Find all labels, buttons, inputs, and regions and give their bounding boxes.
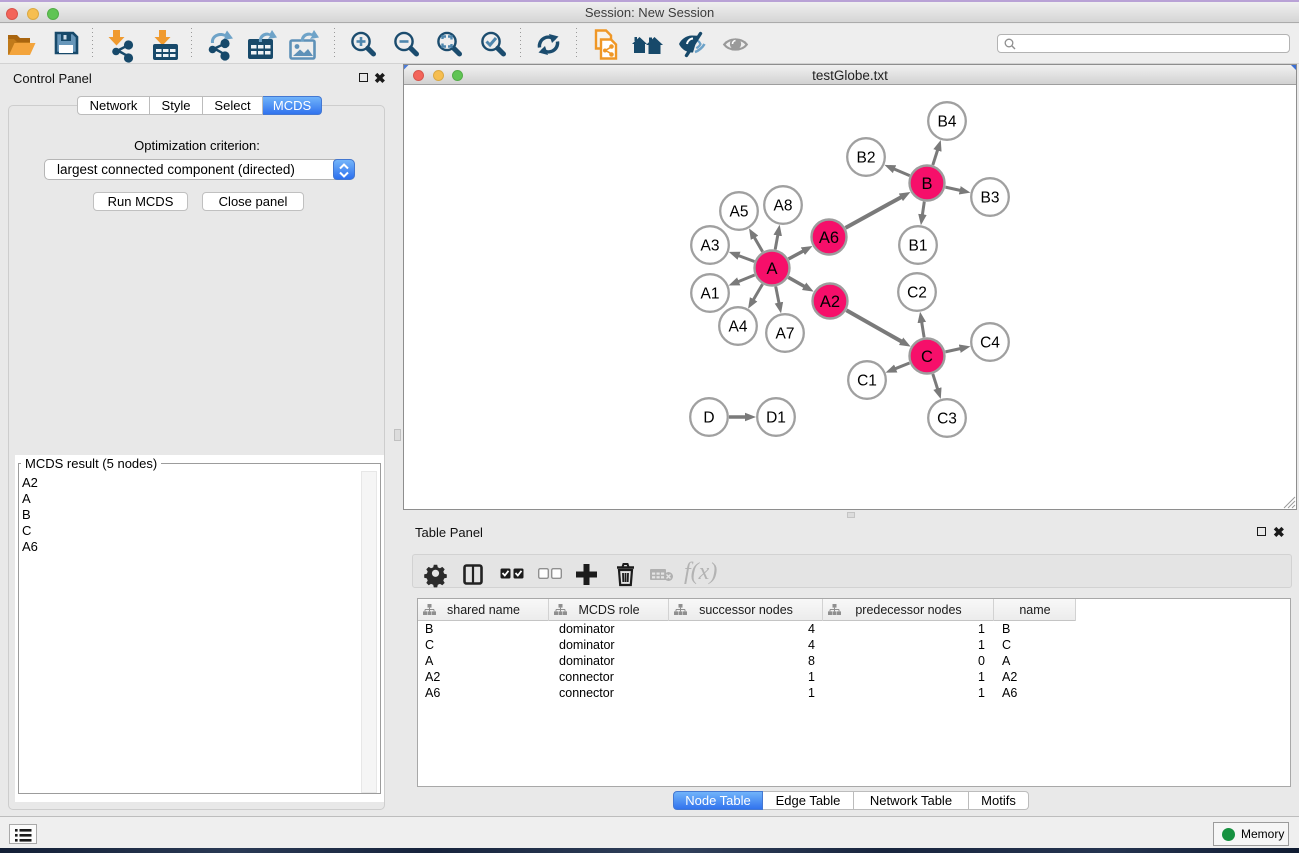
svg-text:B4: B4	[938, 114, 957, 131]
svg-text:B1: B1	[909, 238, 928, 255]
svg-text:A3: A3	[701, 238, 720, 255]
svg-text:C4: C4	[980, 335, 1000, 352]
svg-text:A1: A1	[701, 286, 720, 303]
svg-text:D1: D1	[766, 410, 786, 427]
svg-text:C3: C3	[937, 411, 957, 428]
svg-text:B: B	[921, 175, 932, 193]
svg-text:B2: B2	[857, 150, 876, 167]
svg-text:C2: C2	[907, 285, 927, 302]
svg-text:D: D	[703, 410, 714, 427]
svg-text:B3: B3	[981, 190, 1000, 207]
svg-text:A8: A8	[774, 198, 793, 215]
svg-text:A: A	[766, 260, 777, 278]
svg-text:A4: A4	[729, 319, 748, 336]
svg-text:A5: A5	[730, 204, 749, 221]
svg-text:A7: A7	[776, 326, 795, 343]
svg-text:C1: C1	[857, 373, 877, 390]
svg-text:C: C	[921, 348, 933, 366]
svg-text:A6: A6	[819, 229, 839, 247]
svg-text:A2: A2	[820, 293, 840, 311]
